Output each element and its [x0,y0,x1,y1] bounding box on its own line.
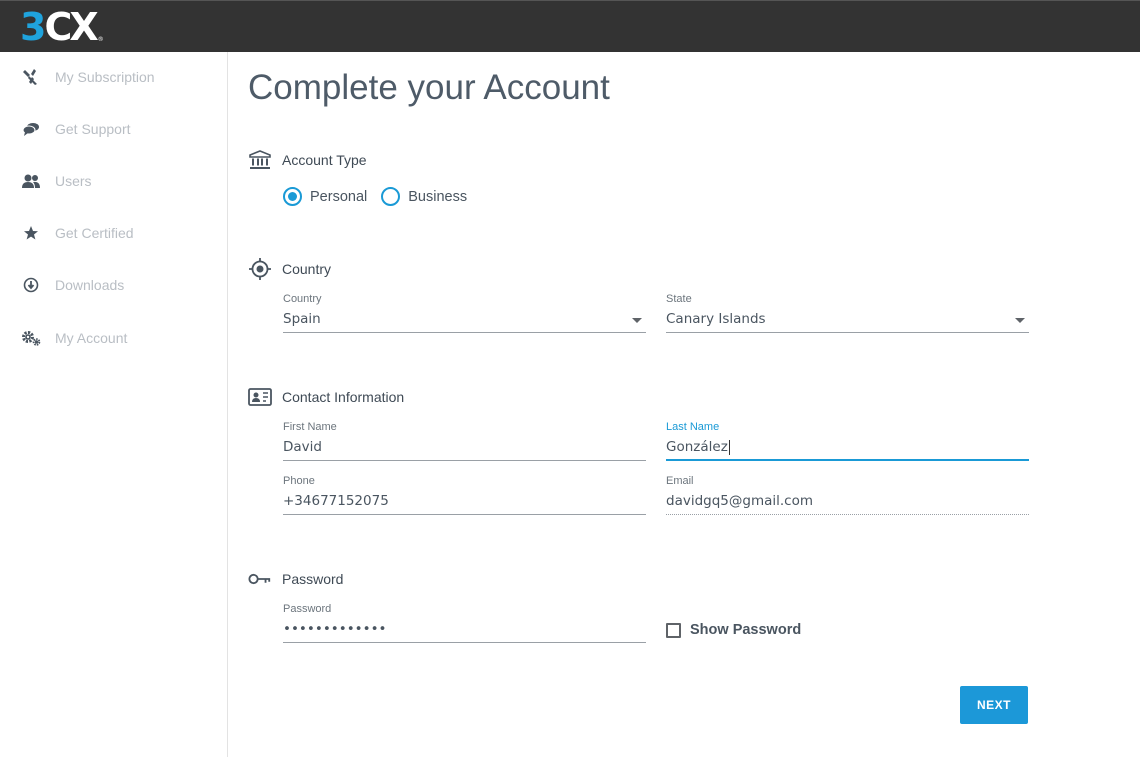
email-label: Email [666,475,694,487]
sidebar-item-my-subscription[interactable]: My Subscription [0,57,227,97]
email-input: davidgq5@gmail.com [666,489,1029,515]
radio-circle-unselected[interactable] [381,187,401,206]
state-label: State [666,293,692,305]
next-button[interactable]: NEXT [960,686,1028,724]
show-password-checkbox[interactable] [666,622,681,638]
text-cursor [728,439,730,455]
contact-title: Contact Information [282,389,405,405]
last-name-field[interactable]: Last Name González [666,421,1029,461]
last-name-input[interactable]: González [666,435,1029,461]
sidebar-item-label: Downloads [55,277,125,293]
country-select-value[interactable]: Spain [283,307,646,333]
sidebar: My Subscription Get Support Users Get Ce… [0,52,228,757]
country-section-header: Country [248,257,331,281]
sidebar-item-label: Get Support [55,121,131,137]
account-type-radio-group: Personal Business [283,187,481,206]
logo-digit: 3 [20,5,46,49]
chevron-down-icon[interactable] [632,318,642,323]
gears-icon [20,328,42,348]
country-select[interactable]: Country Spain [283,293,646,333]
sidebar-item-label: My Account [55,330,128,346]
state-select[interactable]: State Canary Islands [666,293,1029,333]
account-type-section-header: Account Type [248,148,367,172]
phone-input[interactable]: +34677152075 [283,489,646,515]
tools-icon [20,67,42,87]
contact-card-icon [248,385,272,409]
logo-letters: CX [44,5,98,49]
radio-dot [288,192,297,201]
show-password-label: Show Password [690,622,802,638]
first-name-field[interactable]: First Name David [283,421,646,461]
sidebar-item-label: My Subscription [55,69,155,85]
sidebar-item-users[interactable]: Users [0,161,227,201]
logo-registered-mark: ® [97,36,104,43]
password-field[interactable]: Password ••••••••••••• [283,603,646,643]
chat-bubbles-icon [20,119,42,139]
show-password-toggle[interactable]: Show Password [666,622,801,638]
password-title: Password [282,571,344,587]
page-title: Complete your Account [248,68,610,107]
first-name-input[interactable]: David [283,435,646,461]
account-type-title: Account Type [282,152,367,168]
download-circle-icon [20,275,42,295]
sidebar-item-label: Users [55,173,92,189]
country-title: Country [282,261,332,277]
users-icon [20,171,42,191]
phone-label: Phone [283,475,315,487]
sidebar-item-get-support[interactable]: Get Support [0,109,227,149]
sidebar-item-label: Get Certified [55,225,134,241]
radio-label-business: Business [408,188,468,205]
chevron-down-icon[interactable] [1015,318,1025,323]
phone-field[interactable]: Phone +34677152075 [283,475,646,515]
radio-label-personal: Personal [310,188,368,205]
password-section-header: Password [248,567,343,591]
email-field: Email davidgq5@gmail.com [666,475,1029,515]
3cx-logo[interactable]: 3 CX ® [20,7,104,47]
star-icon [20,223,42,243]
country-value: Spain [283,311,321,327]
contact-section-header: Contact Information [248,385,404,409]
bank-building-icon [248,148,272,172]
main-content: Complete your Account Account Type Perso… [228,52,1140,757]
sidebar-item-my-account[interactable]: My Account [0,318,227,358]
last-name-label: Last Name [666,421,720,433]
radio-circle-selected[interactable] [283,187,302,206]
crosshair-location-icon [248,257,272,281]
top-bar: 3 CX ® [0,0,1140,52]
password-label: Password [283,603,332,615]
sidebar-item-downloads[interactable]: Downloads [0,265,227,305]
radio-personal[interactable]: Personal [283,187,367,206]
last-name-value: González [666,439,728,455]
state-value: Canary Islands [666,311,766,327]
state-select-value[interactable]: Canary Islands [666,307,1029,333]
radio-business[interactable]: Business [381,187,467,206]
key-icon [248,567,272,591]
country-label: Country [283,293,322,305]
sidebar-item-get-certified[interactable]: Get Certified [0,213,227,253]
password-input[interactable]: ••••••••••••• [283,617,646,643]
first-name-label: First Name [283,421,337,433]
